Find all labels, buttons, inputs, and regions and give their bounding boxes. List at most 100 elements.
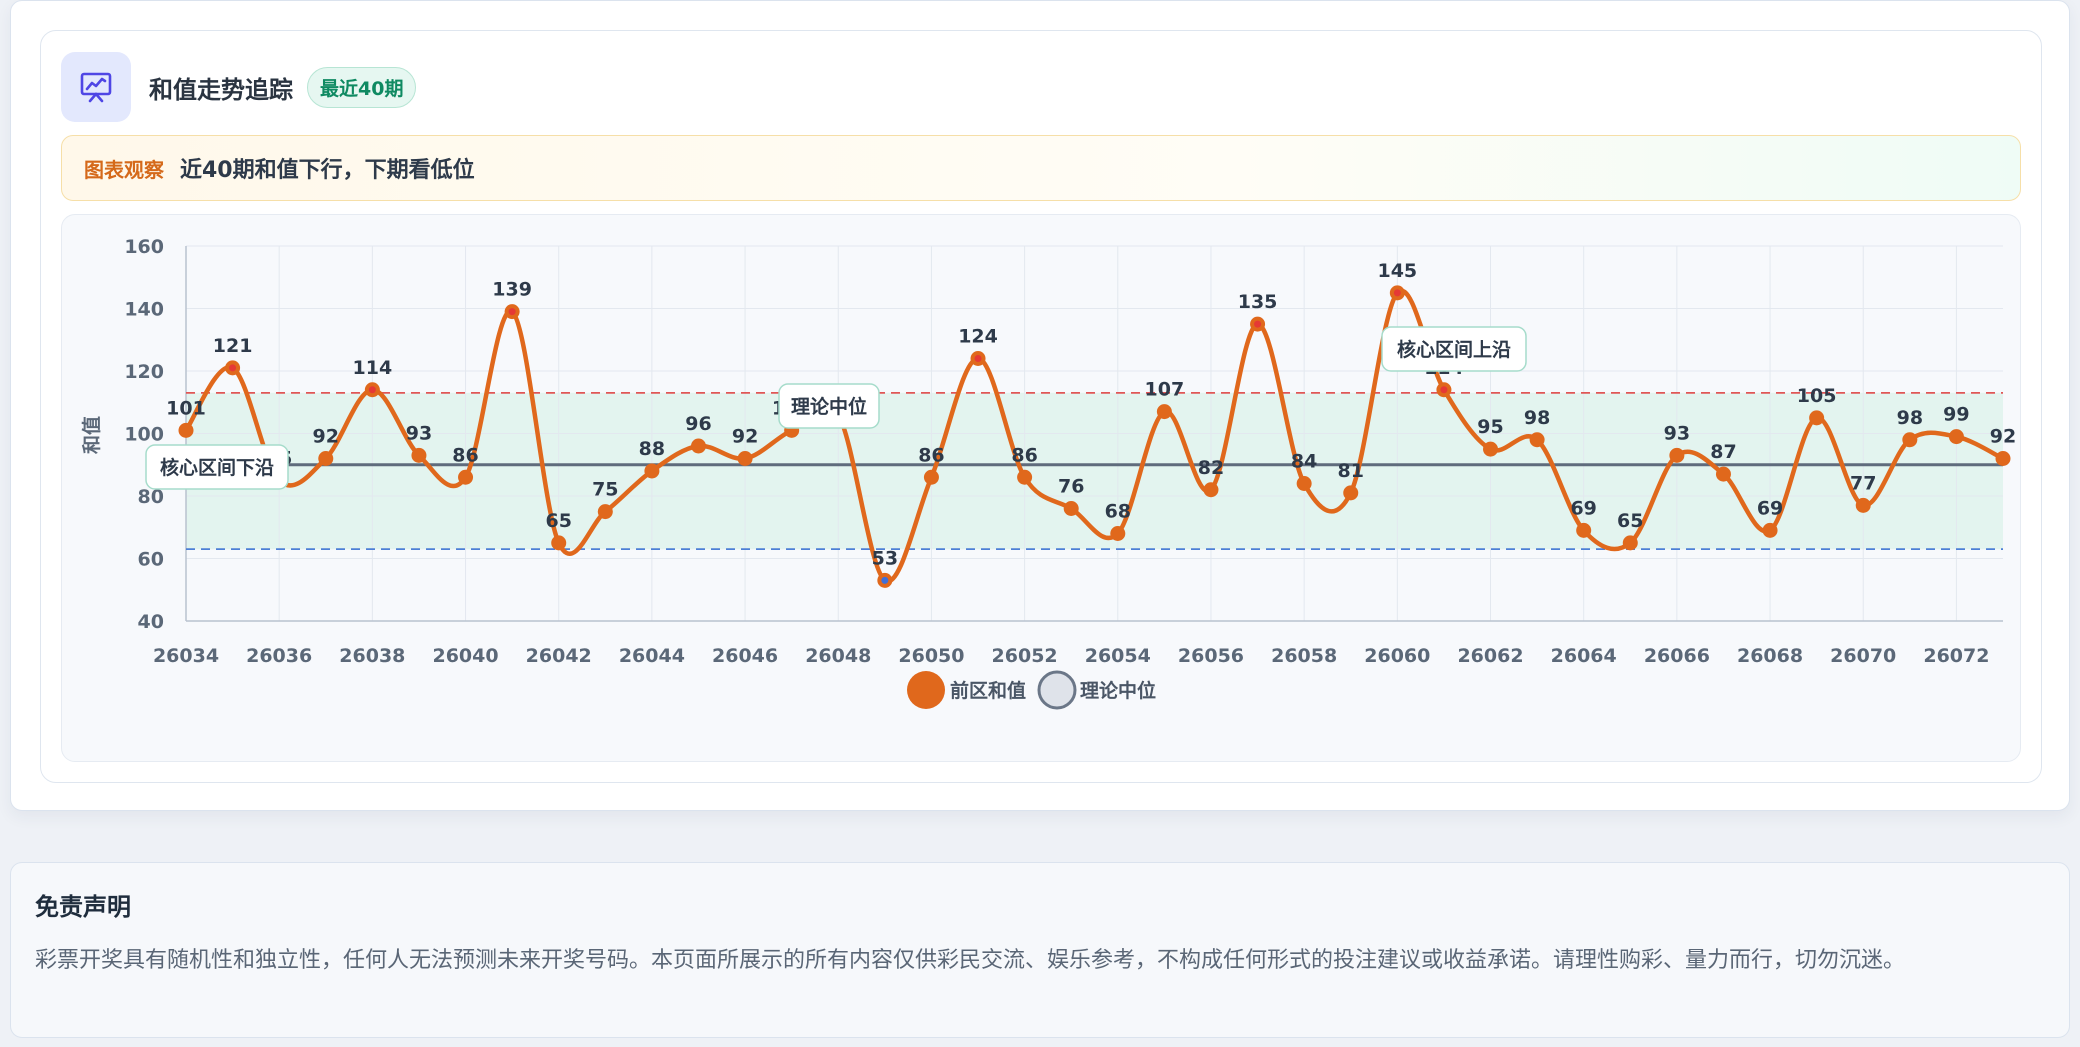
sum-trend-chart: 40608010012014016026034 26036 26038 26040 26… <box>80 236 2016 710</box>
period-badge: 最近40期 <box>307 66 417 108</box>
card-header: 和值走势追踪 最近40期 <box>61 52 417 122</box>
data-point <box>1296 476 1312 491</box>
x-tick-label: 26062 <box>1457 645 1523 667</box>
data-label: 93 <box>1664 422 1690 444</box>
core-range-band <box>186 392 2003 550</box>
insight-label: 图表观察 <box>84 157 164 182</box>
y-axis-title: 和值 <box>80 416 103 454</box>
chart-card: 和值走势追踪 最近40期 图表观察 近40期和值下行，下期看低位 40 60 80 1… <box>40 30 2042 783</box>
y-tick-label: 40 <box>138 611 164 633</box>
x-tick-label: 26036 <box>246 645 312 667</box>
core-upper-callout: 核心区间上沿 <box>1397 338 1511 361</box>
trend-card: 和值走势追踪 最近40期 图表观察 近40期和值下行，下期看低位 40 60 80 1… <box>10 0 2070 811</box>
data-label: 86 <box>1011 444 1037 466</box>
high-marker <box>1393 289 1401 297</box>
data-label: 92 <box>1990 426 2016 448</box>
data-label: 69 <box>1570 497 1596 519</box>
x-tick-label: 26046 <box>712 645 778 667</box>
data-point <box>1576 522 1592 538</box>
data-label: 105 <box>1797 385 1837 407</box>
data-point <box>1995 451 2011 466</box>
data-point <box>597 504 613 520</box>
chart-presentation-icon <box>61 52 131 122</box>
data-label: 88 <box>639 438 665 460</box>
x-tick-label: 26038 <box>339 645 405 667</box>
data-point <box>737 451 753 466</box>
data-label: 95 <box>1477 416 1503 438</box>
data-label: 86 <box>452 444 478 466</box>
y-tick-label: 100 <box>124 424 164 446</box>
data-label: 86 <box>918 444 944 466</box>
data-label: 81 <box>1338 460 1364 482</box>
data-label: 107 <box>1145 379 1185 401</box>
x-tick-label: 26066 <box>1644 645 1710 667</box>
x-tick-label: 26068 <box>1737 645 1803 667</box>
data-point <box>1063 501 1079 516</box>
data-point <box>1669 447 1685 463</box>
x-tick-label: 26052 <box>992 645 1058 667</box>
x-tick-label: 26054 <box>1085 645 1151 667</box>
data-label: 92 <box>732 426 758 448</box>
high-marker <box>974 355 982 362</box>
x-tick-label: 26042 <box>526 645 592 667</box>
legend-label-median: 理论中位 <box>1080 679 1156 702</box>
x-tick-label: 26048 <box>805 645 871 667</box>
median-callout: 理论中位 <box>791 395 867 418</box>
disclaimer-section: 免责声明 彩票开奖具有随机性和独立性，任何人无法预测未来开奖号码。本页面所展示的… <box>10 862 2070 1038</box>
data-point <box>1622 535 1638 551</box>
insight-banner: 图表观察 近40期和值下行，下期看低位 <box>61 135 2021 201</box>
data-point <box>690 438 706 454</box>
data-label: 68 <box>1105 501 1131 523</box>
data-label: 69 <box>1757 497 1783 519</box>
data-point <box>1762 522 1778 538</box>
data-point <box>318 451 334 466</box>
card-title: 和值走势追踪 <box>149 75 293 104</box>
disclaimer-title: 免责声明 <box>35 893 131 921</box>
data-label: 98 <box>1897 407 1923 429</box>
high-marker <box>1254 320 1262 328</box>
data-point <box>1483 441 1499 457</box>
x-tick-label: 26034 <box>153 645 219 667</box>
data-point <box>178 422 194 438</box>
data-label: 53 <box>872 547 898 569</box>
data-label: 135 <box>1238 291 1278 313</box>
x-tick-label: 26072 <box>1923 645 1989 667</box>
x-tick-label: 26056 <box>1178 645 1244 667</box>
data-label: 114 <box>353 357 393 379</box>
data-label: 77 <box>1850 472 1876 494</box>
data-label: 76 <box>1058 476 1084 498</box>
data-label: 98 <box>1524 407 1550 429</box>
data-label: 92 <box>313 426 339 448</box>
data-label: 101 <box>166 397 206 419</box>
data-label: 75 <box>592 479 618 501</box>
data-label: 84 <box>1291 451 1317 473</box>
data-point <box>458 469 474 485</box>
x-tick-label: 26060 <box>1364 645 1430 667</box>
legend-marker-median <box>1037 670 1077 710</box>
insight-text: 近40期和值下行，下期看低位 <box>180 158 475 183</box>
data-point <box>1715 466 1731 482</box>
data-point <box>1855 497 1871 513</box>
data-label: 87 <box>1710 441 1736 463</box>
core-lower-callout: 核心区间下沿 <box>160 456 274 479</box>
data-label: 139 <box>492 279 532 301</box>
x-tick-label: 26064 <box>1551 645 1617 667</box>
y-tick-label: 60 <box>138 549 164 571</box>
data-label: 65 <box>545 510 571 532</box>
data-point <box>1343 485 1359 501</box>
x-tick-label: 26070 <box>1830 645 1896 667</box>
x-tick-label: 26050 <box>898 645 964 667</box>
x-tick-label: 26044 <box>619 645 685 667</box>
data-label: 93 <box>406 422 432 444</box>
x-tick-label: 26058 <box>1271 645 1337 667</box>
x-tick-label: 26040 <box>432 645 498 667</box>
data-point <box>1017 469 1033 485</box>
data-point <box>551 535 567 551</box>
high-marker <box>229 364 237 372</box>
data-label: 145 <box>1377 260 1417 282</box>
data-point <box>1948 429 1964 445</box>
data-point <box>1529 432 1545 448</box>
legend-label-sum: 前区和值 <box>950 679 1026 702</box>
chart-panel: 40 60 80 100 120 140 160 26034 26036 26038 26040 26… <box>61 214 2021 762</box>
data-label: 99 <box>1943 404 1969 426</box>
